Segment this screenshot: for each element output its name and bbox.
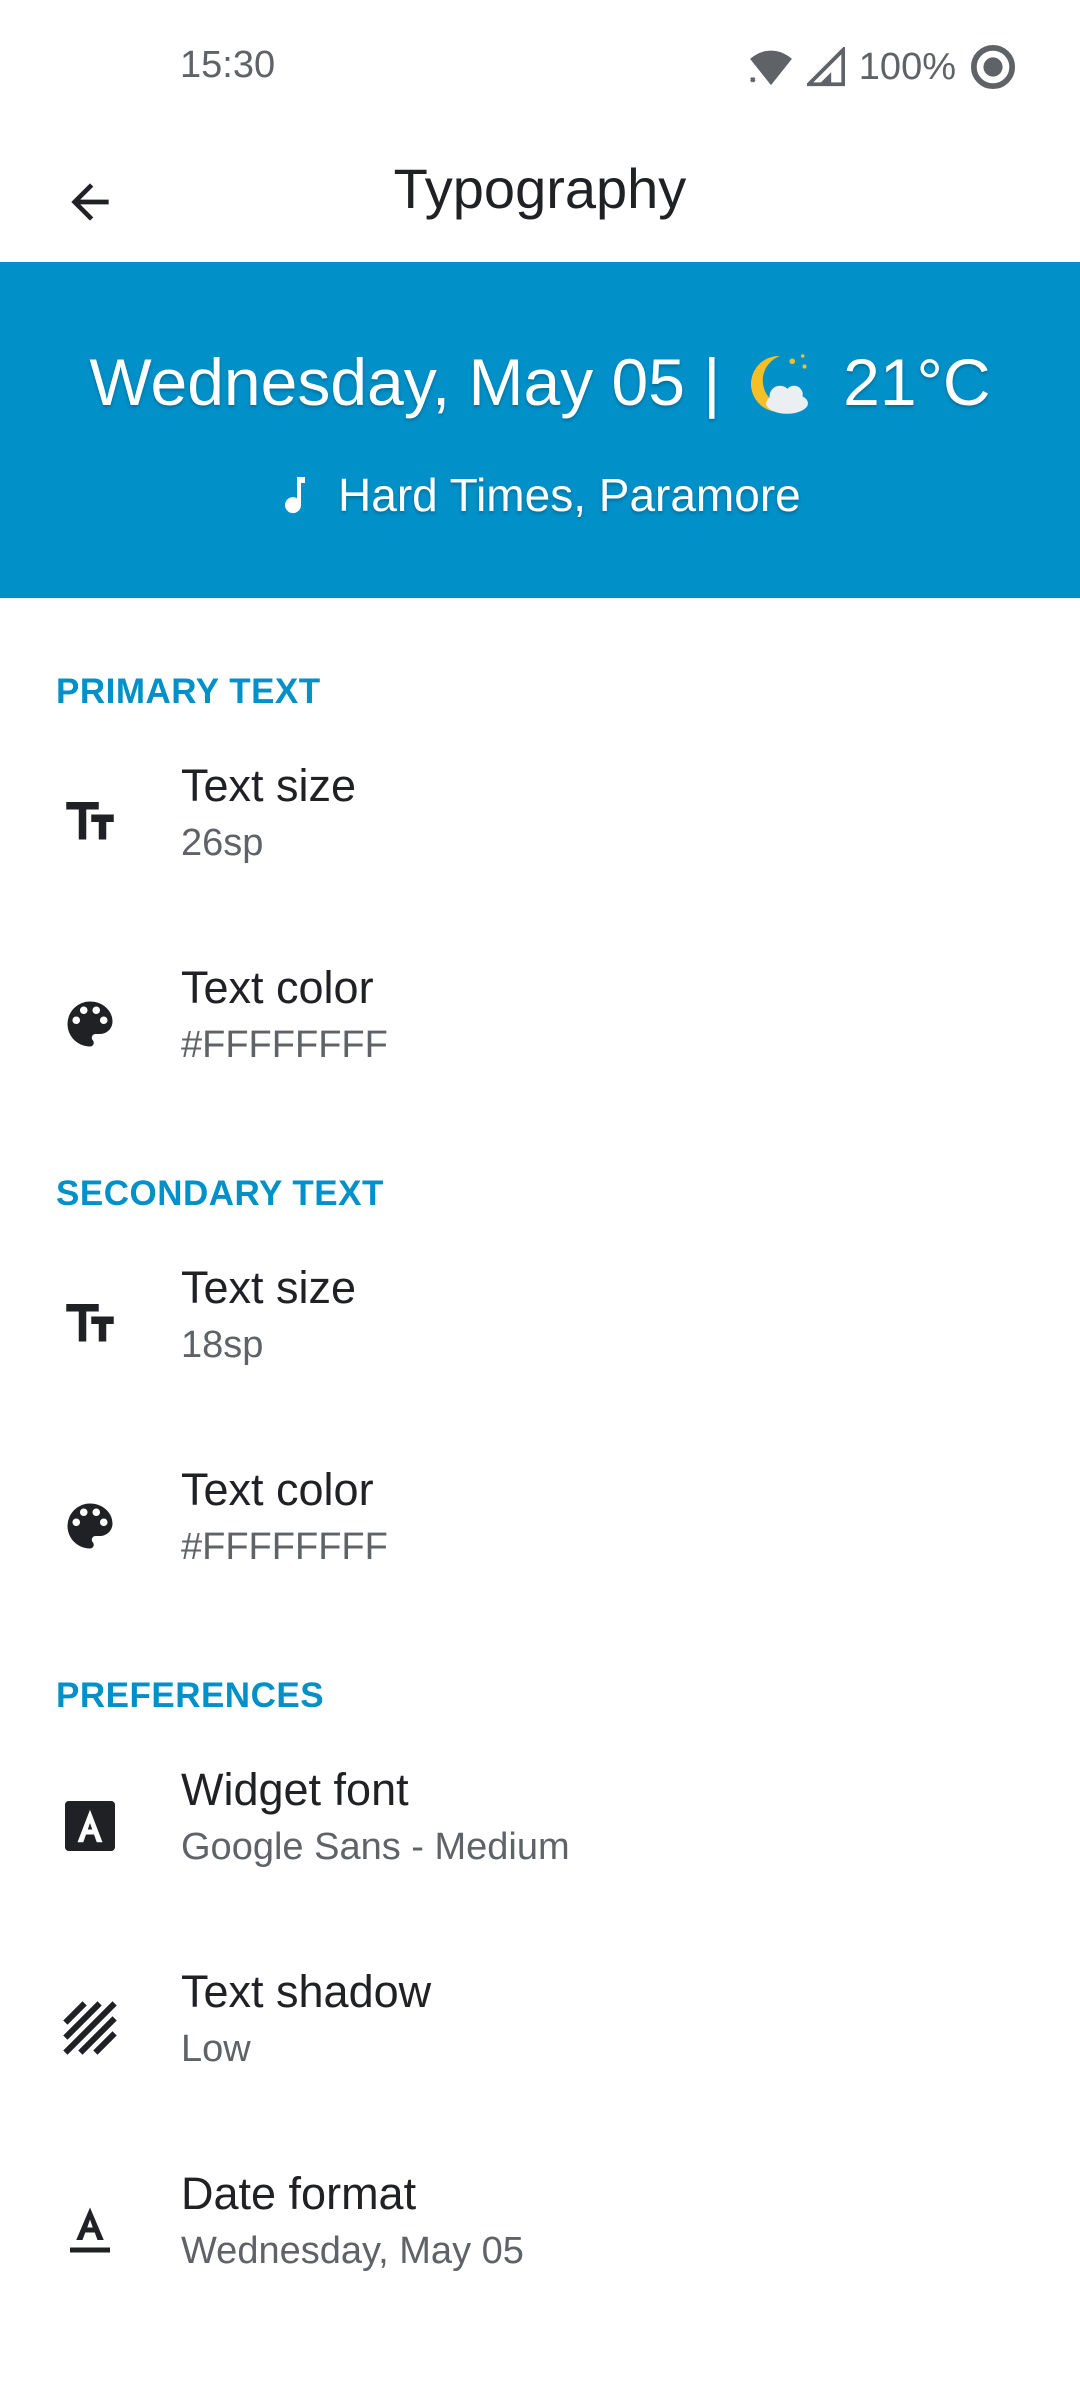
setting-title: Text size [181,1262,357,1313]
preview-secondary-text: Hard Times, Paramore [0,468,1080,522]
preview-song: Hard Times, Paramore [338,469,801,521]
status-bar: 15:30 100% [0,0,1080,136]
setting-summary: Google Sans - Medium [181,1826,570,1868]
texture-icon [58,1996,122,2060]
setting-summary: 18sp [181,1324,264,1366]
preview-date: Wednesday, May 05 | [89,345,721,419]
setting-title: Text color [181,962,374,1013]
setting-title: Text size [181,760,357,811]
text-size-icon [58,1292,122,1356]
partly-cloudy-night-icon [750,353,808,414]
status-icons: 100% [749,44,1016,90]
preview-temperature: 21°C [843,345,991,419]
battery-ring-icon [970,44,1016,90]
setting-secondary-text-size[interactable]: Text size 18sp [0,1224,1080,1424]
setting-title: Text color [181,1464,374,1515]
setting-summary: Low [181,2028,251,2070]
page-title: Typography [393,157,687,220]
palette-icon [58,1494,122,1558]
music-note-icon [285,476,306,513]
preview-primary-text: Wednesday, May 05 | 21°C [0,344,1080,423]
font-icon [58,1794,122,1858]
setting-summary: #FFFFFFFF [181,1526,388,1568]
palette-icon [58,992,122,1056]
widget-preview: Wednesday, May 05 | 21°C Hard Times, Par… [0,262,1080,598]
text-format-icon [58,2198,122,2262]
setting-widget-font[interactable]: Widget font Google Sans - Medium [0,1726,1080,1926]
setting-date-format[interactable]: Date format Wednesday, May 05 [0,2130,1080,2330]
cell-signal-icon [806,47,845,87]
battery-percent: 100% [858,45,956,88]
setting-summary: Wednesday, May 05 [181,2230,524,2272]
wifi-icon [749,50,792,86]
status-time: 15:30 [180,44,276,86]
setting-primary-text-color[interactable]: Text color #FFFFFFFF [0,924,1080,1124]
section-header-preferences: PREFERENCES [56,1676,325,1715]
setting-summary: #FFFFFFFF [181,1024,388,1066]
section-header-primary: PRIMARY TEXT [56,672,321,711]
setting-title: Text shadow [181,1966,432,2017]
setting-text-shadow[interactable]: Text shadow Low [0,1928,1080,2128]
setting-title: Widget font [181,1764,409,1815]
text-size-icon [58,790,122,854]
setting-title: Date format [181,2168,417,2219]
setting-summary: 26sp [181,822,264,864]
setting-secondary-text-color[interactable]: Text color #FFFFFFFF [0,1426,1080,1626]
section-header-secondary: SECONDARY TEXT [56,1174,384,1213]
app-bar: Typography [0,136,1080,262]
setting-primary-text-size[interactable]: Text size 26sp [0,722,1080,922]
